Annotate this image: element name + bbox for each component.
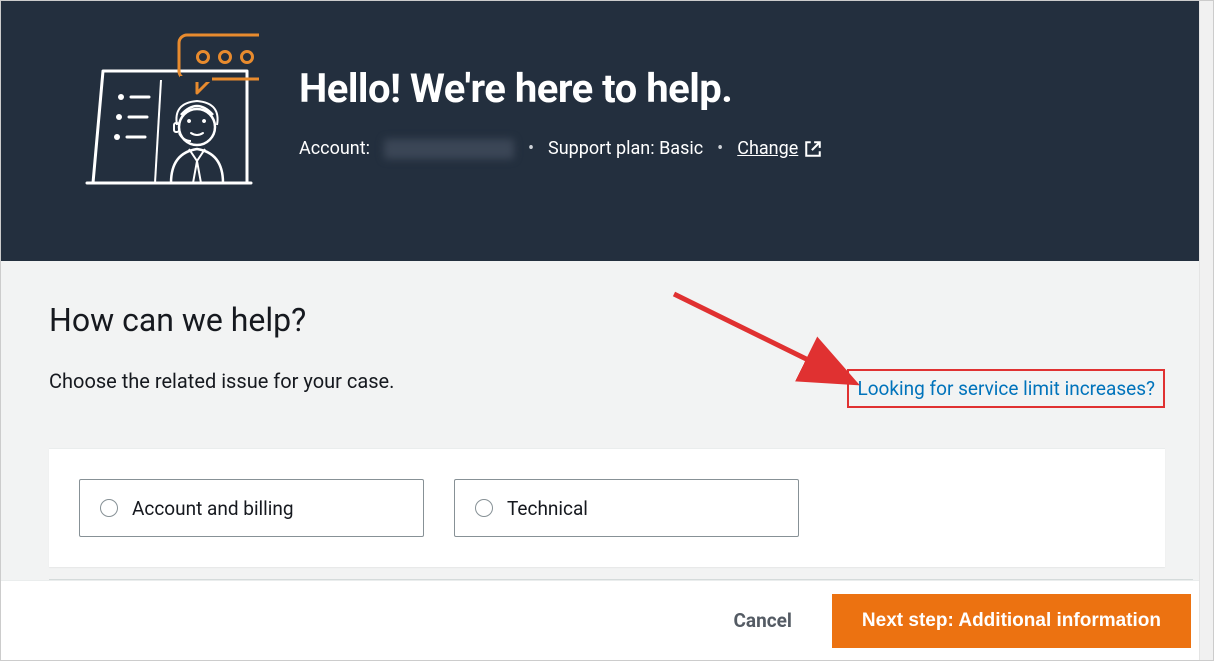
- page-title: How can we help?: [49, 301, 1165, 339]
- annotation-highlight-box: Looking for service limit increases?: [847, 369, 1165, 408]
- account-value-redacted: [384, 139, 514, 159]
- radio-icon: [100, 499, 118, 517]
- change-plan-link[interactable]: Change: [737, 138, 822, 159]
- separator-dot: •: [717, 138, 723, 159]
- hero-banner: Hello! We're here to help. Account: • Su…: [1, 1, 1213, 261]
- radio-icon: [475, 499, 493, 517]
- main-content: How can we help? Choose the related issu…: [1, 261, 1213, 580]
- scrollbar[interactable]: [1199, 1, 1213, 660]
- cancel-button[interactable]: Cancel: [733, 609, 791, 632]
- next-step-button[interactable]: Next step: Additional information: [832, 594, 1191, 648]
- support-illustration-icon: [49, 25, 259, 195]
- service-limit-link[interactable]: Looking for service limit increases?: [857, 377, 1155, 400]
- change-label: Change: [737, 138, 798, 159]
- option-technical[interactable]: Technical: [454, 479, 799, 537]
- footer-actions: Cancel Next step: Additional information: [1, 580, 1211, 660]
- account-label: Account:: [299, 138, 370, 159]
- option-account-billing[interactable]: Account and billing: [79, 479, 424, 537]
- option-label: Account and billing: [132, 497, 294, 520]
- subtitle: Choose the related issue for your case.: [49, 369, 394, 393]
- external-link-icon: [804, 140, 822, 158]
- separator-dot: •: [528, 138, 534, 159]
- support-plan: Support plan: Basic: [548, 138, 703, 159]
- option-label: Technical: [507, 497, 588, 520]
- hero-title: Hello! We're here to help.: [299, 65, 822, 112]
- options-card: Account and billing Technical: [49, 448, 1165, 567]
- hero-meta: Account: • Support plan: Basic • Change: [299, 138, 822, 159]
